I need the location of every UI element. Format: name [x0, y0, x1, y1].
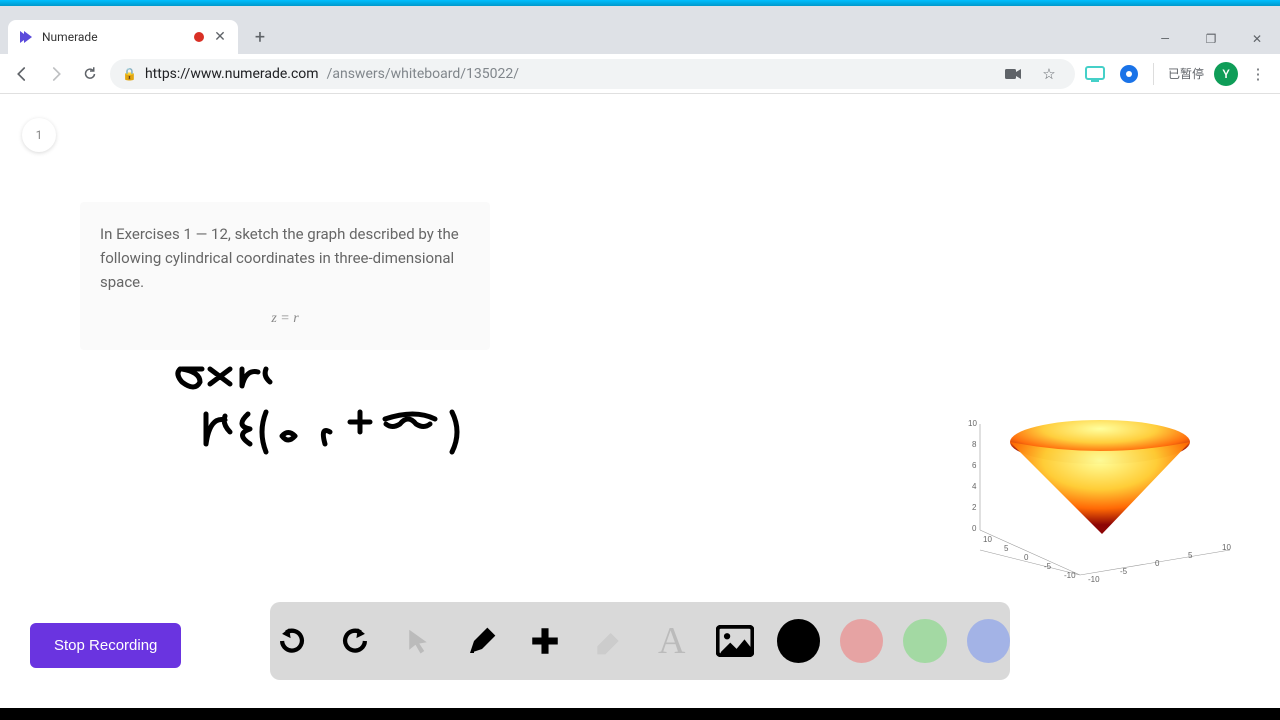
url-path: /answers/whiteboard/135022/ [327, 66, 519, 82]
color-blue[interactable] [967, 619, 1010, 663]
cone-3d-plot: 10 8 6 4 2 0 10 5 0 -5 -10 -10 -5 0 5 10 [960, 410, 1250, 610]
svg-text:10: 10 [983, 535, 992, 544]
divider [1153, 63, 1154, 85]
svg-text:-10: -10 [1064, 571, 1076, 580]
forward-button[interactable] [42, 60, 70, 88]
stop-recording-button[interactable]: Stop Recording [30, 623, 181, 668]
color-black[interactable] [777, 619, 820, 663]
eraser-tool[interactable] [587, 619, 630, 663]
bookmark-star-icon[interactable]: ☆ [1035, 60, 1063, 88]
new-tab-button[interactable]: + [246, 23, 274, 51]
undo-button[interactable] [270, 619, 313, 663]
svg-text:10: 10 [968, 419, 977, 428]
profile-status[interactable]: 已暂停 [1164, 65, 1208, 82]
question-text: In Exercises 1 — 12, sketch the graph de… [100, 222, 470, 294]
window-minimize-button[interactable]: — [1142, 24, 1188, 54]
lock-icon: 🔒 [122, 67, 137, 81]
page-number-badge[interactable]: 1 [22, 118, 56, 152]
text-tool[interactable]: A [650, 619, 693, 663]
url-host: https://www.numerade.com [145, 66, 319, 82]
svg-text:8: 8 [972, 440, 977, 449]
browser-tab[interactable]: Numerade ✕ [8, 20, 238, 54]
chrome-menu-button[interactable]: ⋮ [1244, 60, 1272, 88]
svg-text:10: 10 [1222, 543, 1231, 552]
color-pink[interactable] [840, 619, 883, 663]
svg-text:0: 0 [972, 524, 977, 533]
tab-title: Numerade [42, 30, 186, 44]
svg-text:4: 4 [972, 482, 977, 491]
close-tab-button[interactable]: ✕ [212, 29, 228, 45]
color-green[interactable] [903, 619, 946, 663]
svg-text:5: 5 [1188, 551, 1193, 560]
svg-text:6: 6 [972, 461, 977, 470]
extension-monitor-icon[interactable] [1081, 60, 1109, 88]
image-tool[interactable] [713, 619, 756, 663]
address-row: 🔒 https://www.numerade.com/answers/white… [0, 54, 1280, 94]
svg-text:0: 0 [1024, 553, 1029, 562]
window-close-button[interactable]: ✕ [1234, 24, 1280, 54]
numerade-favicon [18, 29, 34, 45]
svg-text:2: 2 [972, 503, 977, 512]
whiteboard-toolbar: A [270, 602, 1010, 680]
handwriting-annotation [170, 354, 510, 484]
window-maximize-button[interactable]: ❐ [1188, 24, 1234, 54]
question-equation: z = r [100, 308, 470, 330]
svg-text:-10: -10 [1088, 575, 1100, 584]
svg-text:5: 5 [1004, 544, 1009, 553]
add-tool[interactable] [523, 619, 566, 663]
reload-button[interactable] [76, 60, 104, 88]
svg-text:0: 0 [1155, 559, 1160, 568]
question-card: In Exercises 1 — 12, sketch the graph de… [80, 202, 490, 350]
camera-icon[interactable] [999, 60, 1027, 88]
pen-tool[interactable] [460, 619, 503, 663]
profile-avatar[interactable]: Y [1214, 62, 1238, 86]
tab-strip: Numerade ✕ + — ❐ ✕ [0, 6, 1280, 54]
redo-button[interactable] [333, 619, 376, 663]
back-button[interactable] [8, 60, 36, 88]
recording-indicator-icon [194, 32, 204, 42]
address-bar[interactable]: 🔒 https://www.numerade.com/answers/white… [110, 59, 1075, 89]
extension-blue-circle-icon[interactable] [1115, 60, 1143, 88]
page-content: 1 In Exercises 1 — 12, sketch the graph … [0, 100, 1280, 696]
svg-text:-5: -5 [1044, 562, 1052, 571]
pointer-tool[interactable] [397, 619, 440, 663]
svg-text:-5: -5 [1120, 567, 1128, 576]
